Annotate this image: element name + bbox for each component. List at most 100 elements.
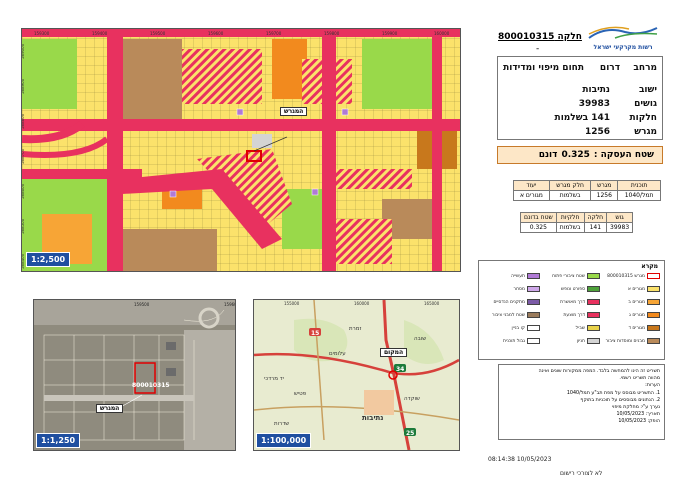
legend-item: מגרש 800010315 (607, 273, 660, 279)
parcel-label: חלקות (629, 113, 658, 123)
legend-item: מסחר (514, 286, 540, 292)
proposed-road-area (332, 219, 392, 264)
legend-label: דרך מאושרת (560, 299, 585, 305)
legend-label: מסחר (513, 286, 525, 292)
legend-item: מגורים ג (629, 312, 660, 318)
place-name: שדרות (274, 421, 289, 427)
ortho-map-panel[interactable]: 159500 159600 800010315 המגרש 1:1,250 (33, 299, 236, 451)
legend-swatch (587, 273, 600, 279)
urban-area (364, 390, 394, 415)
settlement-value: נתיבות (582, 85, 610, 95)
timestamp: 08:14:38 10/05/2023 (488, 456, 552, 463)
parking-area (252, 134, 272, 148)
legend-box: מקרא מגרש 800010315 מגורים א מגורים ב מגורי… (478, 260, 665, 360)
residential-c-area (272, 39, 307, 99)
road-number: 34 (396, 366, 404, 373)
district-label: מרחב (633, 63, 657, 73)
legend-swatch (587, 338, 600, 344)
legend-item: חניון (577, 338, 600, 344)
tick-label: 589000 (22, 43, 25, 59)
legend-swatch (527, 273, 540, 279)
legend-item: ספורט ונופש (561, 286, 600, 292)
ortho-map-svg[interactable]: 159500 159600 (34, 300, 235, 450)
legend-label: שטח למבני ציבור (492, 312, 525, 318)
settlement-label: ישוב (638, 85, 657, 95)
locator-map-scale: 1:100,000 (256, 433, 312, 448)
tick-label: 588900 (22, 78, 25, 94)
parcel-value: 141 בשלמות (554, 113, 610, 123)
tick-label: 160000 (434, 31, 450, 36)
legend-label: מגורים א (627, 286, 645, 292)
road-number-badge: 15 (309, 328, 321, 337)
tick-label: 160000 (354, 301, 370, 306)
note-line: תאריך: 10/05/2023 (616, 412, 660, 418)
gush-label: גושים (634, 99, 657, 109)
plan-table-header: מגרש (590, 180, 619, 191)
gush-table-header: גוש (606, 212, 634, 223)
info-box: מרחב דרום תחום מיפוי ומדידות ישוב נתיבות… (497, 56, 663, 140)
tick-label: 159800 (324, 31, 340, 36)
building (166, 342, 176, 350)
note-line: 1. התשריט מבוסס על מפת תב"ע תמל/1040 (566, 390, 660, 396)
legend-swatch (527, 299, 540, 305)
tick-label: 159600 (224, 302, 235, 307)
legend-label: מגורים ב (628, 299, 645, 305)
plot-callout-label: המגרש (280, 107, 308, 116)
legend-swatch (587, 286, 600, 292)
locator-map-svg[interactable]: 15 34 25 נתיבות שדרות זמרת שובה עלומים י… (254, 300, 459, 450)
approved-road (107, 29, 123, 271)
area-unit: דונם (538, 150, 558, 160)
legend-swatch (647, 273, 660, 279)
tick-label: 159900 (382, 31, 398, 36)
plot-value: 1256 (584, 127, 610, 137)
legend-label: מבנים ומוסדות ציבור (605, 338, 645, 344)
approved-road (322, 29, 336, 271)
legend-swatch (647, 312, 660, 318)
ortho-plot-label: 800010315 (132, 382, 170, 389)
tick-label: 159600 (208, 31, 224, 36)
place-name: פטיש (294, 391, 307, 397)
gush-table-header: חלקה (583, 212, 608, 223)
legend-item: דרך מאושרת (560, 299, 600, 305)
open-space-area (22, 39, 77, 109)
locator-map-panel[interactable]: 15 34 25 נתיבות שדרות זמרת שובה עלומים י… (253, 299, 460, 451)
legend-label: מתקנים הנדסיים (493, 299, 525, 305)
road-number: 15 (311, 330, 319, 337)
building (166, 368, 176, 376)
plan-table-cell: 1256 (590, 190, 619, 201)
tick-label: 159300 (34, 31, 50, 36)
plan-table-header: חלק מגרש (548, 180, 592, 191)
ortho-map-scale: 1:1,250 (36, 433, 81, 448)
logo: רשות מקרקעי ישראל (585, 24, 661, 51)
place-name: זמרת (349, 326, 361, 332)
plan-table: תוכנית מגרש חלק מגרש יעוד תמל/1040 1256 … (513, 180, 661, 201)
tick-label: 159500 (134, 302, 150, 307)
legend-label: דרך מוצעת (563, 312, 585, 318)
note-line: הערות: (645, 383, 660, 389)
approved-road (432, 29, 442, 271)
locator-callout-label: המקום (380, 348, 408, 357)
gush-table: גוש חלקה חלקיות שטח בדונם 39983 141 בשלמ… (520, 212, 634, 233)
legend-label: מגורים ד (628, 325, 645, 331)
legend-label: מגורים ג (629, 312, 645, 318)
note-line: תשריט זה הינו להמחשה בלבד. המפה ממקורות … (538, 369, 660, 374)
approved-road (22, 169, 142, 179)
legend-swatch (527, 286, 540, 292)
tick-label: 588600 (22, 183, 25, 199)
plot-label: מגרש (634, 127, 657, 137)
legend-item: מבנים ומוסדות ציבור (606, 338, 660, 344)
tick-label: 588800 (22, 113, 25, 129)
legend-item: מגורים א (628, 286, 660, 292)
bare-terrain (184, 330, 235, 450)
legend-item: שביל (576, 325, 600, 331)
legend-item: דרך מוצעת (563, 312, 600, 318)
logo-text: רשות מקרקעי ישראל (593, 44, 653, 51)
main-map-panel[interactable]: 159300 159400 159500 159600 159700 15980… (21, 28, 461, 272)
main-map-svg[interactable]: 159300 159400 159500 159600 159700 15980… (22, 29, 460, 271)
legend-item: קו בניין (512, 325, 540, 331)
gush-table-cell: 0.325 (520, 222, 557, 233)
block-suffix: - (536, 44, 540, 54)
gush-table-cell: 141 (583, 222, 608, 233)
legend-label: חניון (576, 338, 585, 344)
note-line: הופק: 10/05/2023 (618, 419, 660, 425)
